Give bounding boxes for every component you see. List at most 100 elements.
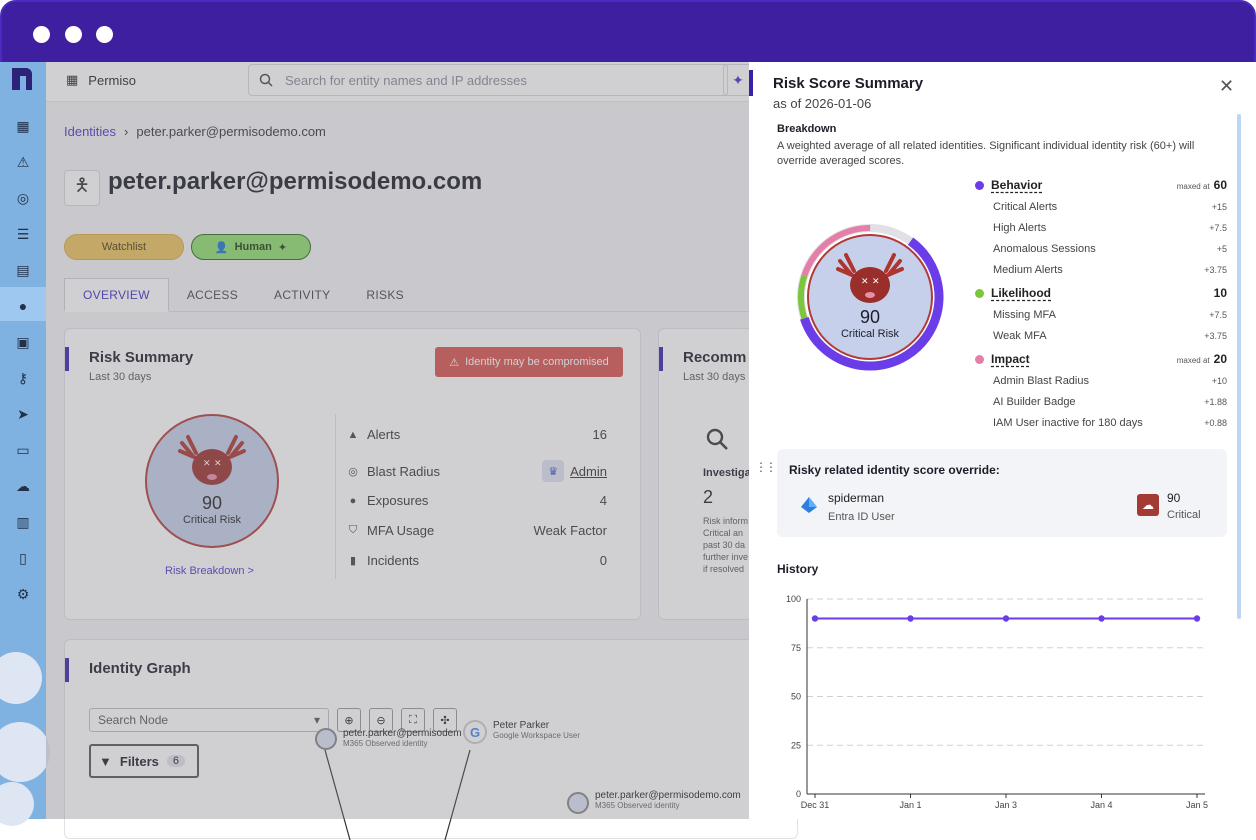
override-identity-type: Entra ID User: [828, 511, 895, 523]
category-total: 20: [1213, 352, 1227, 366]
item-value: +5: [1216, 244, 1227, 254]
data-point[interactable]: [1193, 615, 1201, 622]
panel-scrollbar[interactable]: [1237, 114, 1241, 619]
breakdown-item: Admin Blast Radius +10: [975, 375, 1227, 387]
panel-date: as of 2026-01-06: [773, 96, 872, 111]
data-point[interactable]: [1098, 615, 1105, 622]
target-icon[interactable]: ◎: [13, 188, 33, 208]
dashboard-icon[interactable]: ▦: [13, 116, 33, 136]
cloud-icon[interactable]: ☁: [13, 476, 33, 496]
override-identity-name[interactable]: spiderman: [828, 491, 884, 505]
devices-icon[interactable]: ▭: [13, 440, 33, 460]
breakdown-item: Medium Alerts +3.75: [975, 264, 1227, 276]
breakdown-title: Breakdown: [777, 123, 837, 135]
item-value: +3.75: [1204, 331, 1227, 341]
decorative-cloud: [0, 722, 50, 782]
x-tick-label: Jan 3: [995, 800, 1017, 810]
item-label: Weak MFA: [993, 330, 1047, 342]
panel-accent: [749, 70, 753, 96]
category-name[interactable]: Behavior: [991, 178, 1042, 192]
checklist-icon[interactable]: ☰: [13, 224, 33, 244]
data-point[interactable]: [907, 615, 914, 622]
category-likelihood: Likelihood 10: [975, 286, 1227, 300]
category-behavior: Behavior maxed at 60: [975, 178, 1227, 192]
data-point[interactable]: [1002, 615, 1010, 622]
item-label: AI Builder Badge: [993, 396, 1076, 408]
category-impact: Impact maxed at 20: [975, 352, 1227, 366]
history-line-chart: 0 25 50 75 100 Dec 31 Jan 1 Jan 3 Jan 4 Jan 5: [786, 594, 1208, 810]
item-label: Medium Alerts: [993, 264, 1063, 276]
y-tick-label: 100: [786, 594, 801, 604]
item-value: +0.88: [1204, 418, 1227, 428]
moose-mascot-icon: ✕ ✕: [836, 253, 904, 303]
breakdown-item: Critical Alerts +15: [975, 201, 1227, 213]
decorative-cloud: [0, 652, 42, 704]
item-label: Critical Alerts: [993, 201, 1058, 213]
item-value: +3.75: [1204, 265, 1227, 275]
category-name[interactable]: Impact: [991, 352, 1030, 366]
critical-risk-icon: ☁: [1137, 494, 1159, 516]
maxed-label: maxed at: [1176, 182, 1210, 191]
drag-handle-icon[interactable]: ⋮⋮: [755, 460, 777, 474]
window-dot[interactable]: [65, 26, 82, 43]
score-override-box: Risky related identity score override: s…: [777, 449, 1227, 537]
breakdown-description: A weighted average of all related identi…: [777, 140, 1195, 167]
breakdown-item: IAM User inactive for 180 days +0.88: [975, 417, 1227, 429]
risk-score-summary-panel: Risk Score Summary as of 2026-01-06 ✕ Br…: [749, 62, 1256, 819]
svg-text:✕: ✕: [872, 277, 880, 287]
item-label: Admin Blast Radius: [993, 375, 1089, 387]
breakdown-item: Weak MFA +3.75: [975, 330, 1227, 342]
item-label: IAM User inactive for 180 days: [993, 417, 1143, 429]
category-total: 60: [1213, 178, 1227, 192]
item-value: +15: [1211, 202, 1227, 212]
item-label: High Alerts: [993, 222, 1047, 234]
report-icon[interactable]: ▥: [13, 512, 33, 532]
override-title: Risky related identity score override:: [789, 463, 1000, 477]
window-dot[interactable]: [96, 26, 113, 43]
sidebar: ▦ ⚠ ◎ ☰ ▤ ● ▣ ⚷ ➤ ▭ ☁ ▥ ▯ ⚙: [0, 62, 50, 826]
legend-dot: [975, 180, 984, 190]
override-score: 90: [1167, 491, 1181, 505]
y-tick-label: 0: [796, 789, 801, 799]
breakdown-item: High Alerts +7.5: [975, 222, 1227, 234]
breakdown-item: AI Builder Badge +1.88: [975, 396, 1227, 408]
send-icon[interactable]: ➤: [13, 404, 33, 424]
decorative-cloud: [0, 782, 34, 826]
override-level: Critical: [1167, 509, 1201, 521]
y-tick-label: 25: [791, 740, 801, 750]
legend-dot: [975, 288, 984, 298]
panel-level: Critical Risk: [840, 328, 900, 340]
window-titlebar: [2, 2, 1254, 64]
item-value: +1.88: [1204, 397, 1227, 407]
data-point[interactable]: [811, 615, 819, 622]
key-icon[interactable]: ⚷: [13, 368, 33, 388]
panel-score-center: ✕ ✕ 90 Critical Risk: [805, 232, 935, 362]
close-icon[interactable]: ✕: [1219, 76, 1234, 97]
id-card-icon[interactable]: ▣: [13, 332, 33, 352]
history-title: History: [777, 562, 819, 576]
entra-id-icon: [801, 497, 817, 513]
x-tick-label: Dec 31: [801, 800, 830, 810]
y-tick-label: 50: [791, 692, 801, 702]
x-tick-label: Jan 4: [1090, 800, 1112, 810]
maxed-label: maxed at: [1176, 356, 1210, 365]
settings-icon[interactable]: ⚙: [13, 584, 33, 604]
panel-score: 90: [859, 307, 881, 327]
category-name[interactable]: Likelihood: [991, 286, 1051, 300]
modal-backdrop[interactable]: [46, 62, 749, 819]
user-icon[interactable]: ●: [13, 296, 33, 316]
item-label: Missing MFA: [993, 309, 1056, 321]
y-tick-label: 75: [791, 643, 801, 653]
legend-dot: [975, 354, 984, 364]
permiso-logo-icon[interactable]: [10, 66, 34, 92]
item-value: +7.5: [1209, 310, 1227, 320]
window-dot[interactable]: [33, 26, 50, 43]
x-tick-label: Jan 1: [899, 800, 921, 810]
breakdown-item: Anomalous Sessions +5: [975, 243, 1227, 255]
alert-icon[interactable]: ⚠: [13, 152, 33, 172]
svg-text:✕: ✕: [861, 277, 869, 287]
x-tick-label: Jan 5: [1186, 800, 1208, 810]
archive-icon[interactable]: ▤: [13, 260, 33, 280]
item-value: +10: [1211, 376, 1227, 386]
document-icon[interactable]: ▯: [13, 548, 33, 568]
